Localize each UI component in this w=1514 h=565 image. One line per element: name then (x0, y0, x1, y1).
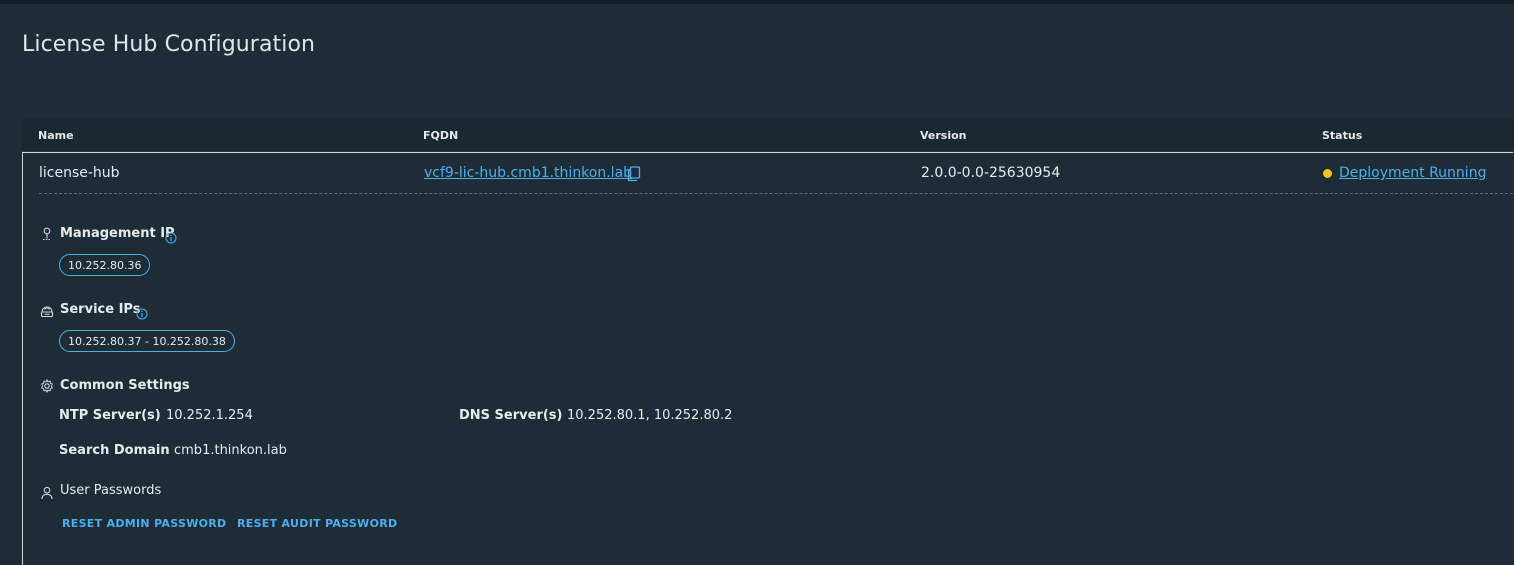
reset-admin-password-button[interactable]: RESET ADMIN PASSWORD (62, 517, 226, 530)
column-header-fqdn[interactable]: FQDN (423, 129, 458, 142)
row-name: license-hub (39, 165, 120, 181)
management-ip-title: Management IP (60, 226, 175, 241)
page-title: License Hub Configuration (22, 32, 316, 57)
dns-servers-label: DNS Server(s) (459, 408, 563, 423)
table-row: license-hub vcf9-lic-hub.cmb1.thinkon.la… (22, 152, 1513, 565)
reset-audit-password-button[interactable]: RESET AUDIT PASSWORD (237, 517, 397, 530)
license-hub-grid: Name FQDN Version Status license-hub vcf… (22, 119, 1514, 565)
column-header-version[interactable]: Version (920, 129, 967, 142)
row-divider (39, 193, 1513, 194)
column-header-status[interactable]: Status (1322, 129, 1362, 142)
service-ips-title: Service IPs (60, 302, 141, 317)
grid-header: Name FQDN Version Status (22, 119, 1514, 152)
user-icon (40, 485, 54, 500)
row-version: 2.0.0-0.0-25630954 (921, 165, 1061, 181)
column-header-name[interactable]: Name (38, 129, 74, 142)
info-icon[interactable] (136, 305, 148, 320)
ntp-servers-value: 10.252.1.254 (166, 408, 253, 423)
gear-icon (40, 378, 54, 394)
fqdn-link[interactable]: vcf9-lic-hub.cmb1.thinkon.lab (424, 165, 632, 181)
dns-servers-value: 10.252.80.1, 10.252.80.2 (567, 408, 733, 423)
service-ips-pill: 10.252.80.37 - 10.252.80.38 (59, 330, 235, 352)
status-link[interactable]: Deployment Running (1339, 165, 1486, 181)
management-ip-pill: 10.252.80.36 (59, 254, 151, 276)
status-indicator (1323, 169, 1332, 178)
search-domain-value: cmb1.thinkon.lab (174, 443, 287, 458)
network-icon (40, 303, 54, 318)
info-icon[interactable] (165, 229, 177, 244)
search-domain-label: Search Domain (59, 443, 170, 458)
user-passwords-title: User Passwords (60, 483, 162, 498)
copy-icon[interactable] (627, 166, 641, 182)
common-settings-title: Common Settings (60, 378, 190, 393)
ntp-servers-label: NTP Server(s) (59, 408, 161, 423)
pin-icon (40, 226, 54, 241)
